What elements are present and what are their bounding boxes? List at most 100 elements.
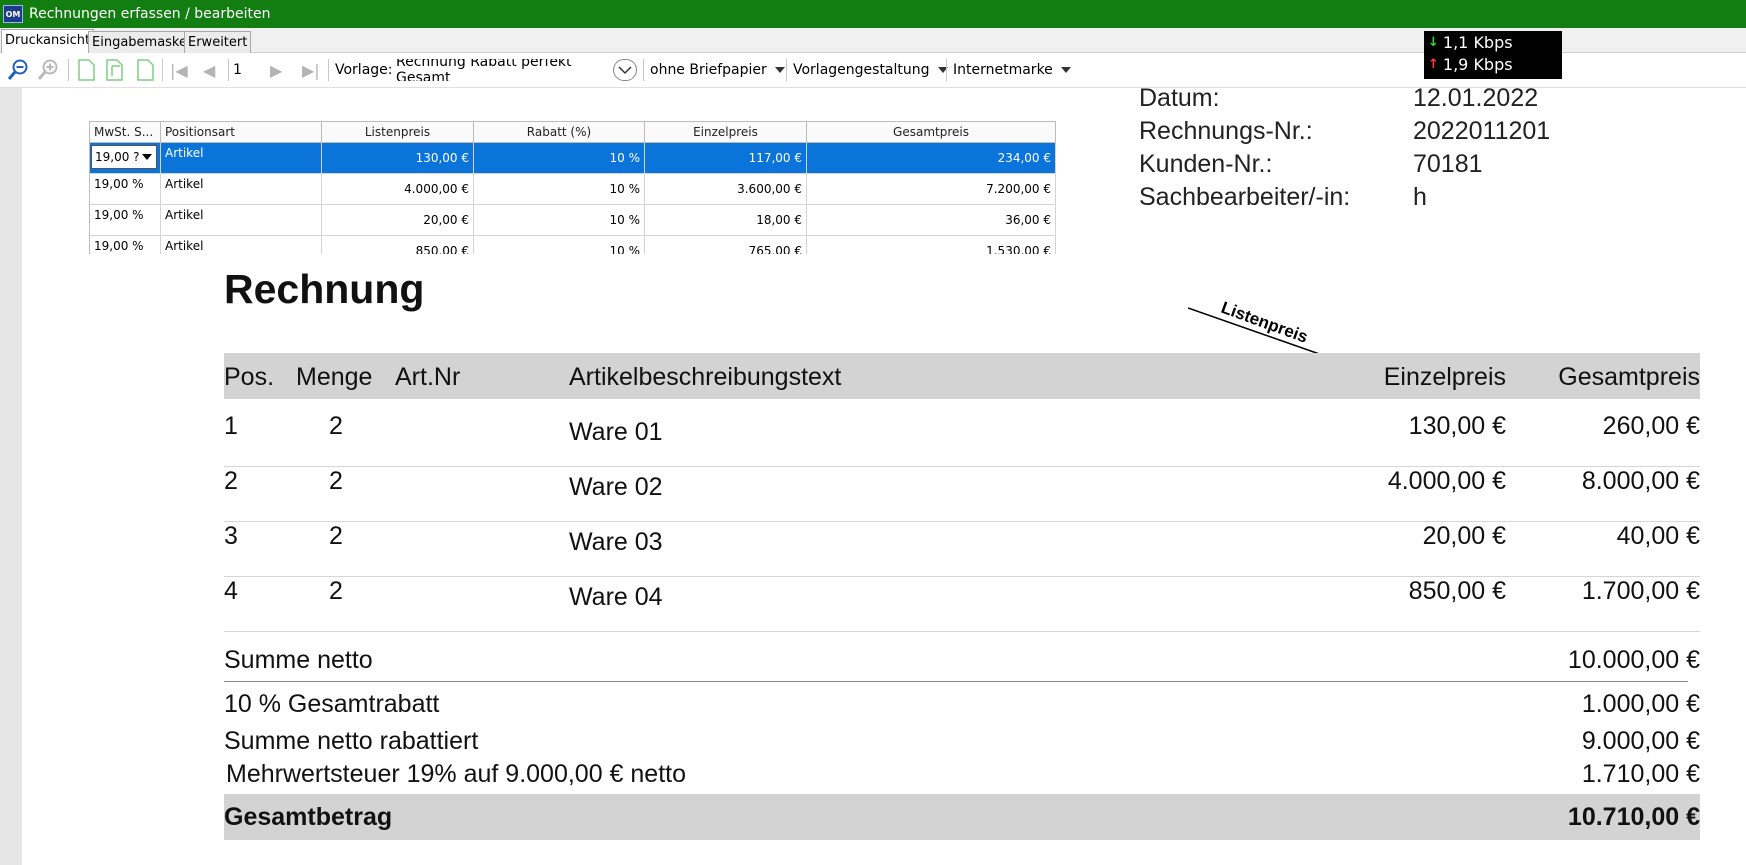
grid-row[interactable]: 19,00 % Artikel 20,00 € 10 % 18,00 € 36,…	[90, 205, 1056, 236]
pos-text: Ware 03	[569, 528, 663, 556]
network-speed-widget: ↓ 1,1 Kbps ↑ 1,9 Kbps	[1424, 31, 1562, 79]
rechnungsnr-value: 2022011201	[1413, 117, 1551, 145]
grid-cell-einzelpreis[interactable]: 117,00 €	[645, 143, 807, 173]
download-arrow-icon: ↓	[1428, 34, 1439, 50]
zoom-in-icon[interactable]	[36, 59, 60, 81]
grid-header: MwSt. S... Positionsart Listenpreis Raba…	[90, 121, 1056, 143]
first-page-icon[interactable]: |◀	[170, 59, 188, 81]
sachbearbeiter-label: Sachbearbeiter/-in:	[1139, 183, 1351, 211]
briefpapier-dropdown[interactable]: ohne Briefpapier	[650, 59, 785, 81]
pos-gesamtpreis: 260,00 €	[1602, 412, 1700, 440]
chevron-down-icon[interactable]	[142, 154, 152, 160]
page-number-field[interactable]: 1	[228, 59, 258, 81]
grid-header-rabatt[interactable]: Rabatt (%)	[474, 122, 645, 142]
grid-row[interactable]: 19,00 % Artikel 4.000,00 € 10 % 3.600,00…	[90, 174, 1056, 205]
grid-cell-rabatt[interactable]: 10 %	[474, 205, 645, 235]
position-row: 3 2 Ware 03 20,00 € 40,00 €	[224, 522, 1700, 577]
grid-cell-art[interactable]: Artikel	[161, 205, 322, 235]
grid-row[interactable]: 19,00 ? Artikel 130,00 € 10 % 117,00 € 2…	[90, 143, 1056, 174]
col-text: Artikelbeschreibungstext	[569, 363, 842, 391]
grid-header-listenpreis[interactable]: Listenpreis	[322, 122, 474, 142]
mwst-value: 1.710,00 €	[1581, 760, 1700, 788]
internetmarke-label: Internetmarke	[953, 62, 1053, 78]
position-row: 1 2 Ware 01 130,00 € 260,00 €	[224, 412, 1700, 467]
grid-cell-rabatt[interactable]: 10 %	[474, 236, 645, 254]
next-page-icon[interactable]: ▶	[270, 59, 282, 81]
summe-netto-label: Summe netto	[224, 646, 373, 674]
position-row: 2 2 Ware 02 4.000,00 € 8.000,00 €	[224, 467, 1700, 522]
pos-gesamtpreis: 1.700,00 €	[1581, 577, 1700, 605]
grid-header-mwst[interactable]: MwSt. S...	[90, 122, 161, 142]
grid-cell-einzelpreis[interactable]: 3.600,00 €	[645, 174, 807, 204]
grid-cell-art[interactable]: Artikel	[161, 236, 322, 254]
grid-cell-art[interactable]: Artikel	[161, 143, 322, 173]
pos-menge: 2	[329, 522, 343, 550]
grid-cell-gesamtpreis[interactable]: 1.530,00 €	[807, 236, 1056, 254]
pos-einzelpreis: 4.000,00 €	[1387, 467, 1506, 495]
vorlage-dropdown-icon[interactable]	[613, 59, 637, 81]
pos-menge: 2	[329, 577, 343, 605]
rabatt-label: 10 % Gesamtrabatt	[224, 690, 440, 718]
page-two-icon[interactable]	[104, 59, 128, 81]
tab-eingabemaske[interactable]: Eingabemaske	[88, 31, 191, 53]
grid-cell-listenpreis[interactable]: 130,00 €	[322, 143, 474, 173]
grid-cell-mwst[interactable]: 19,00 %	[90, 174, 161, 204]
grid-cell-gesamtpreis[interactable]: 36,00 €	[807, 205, 1056, 235]
rabatt-value: 1.000,00 €	[1581, 690, 1700, 718]
pos-text: Ware 01	[569, 418, 663, 446]
grid-cell-listenpreis[interactable]: 20,00 €	[322, 205, 474, 235]
mwst-combobox[interactable]: 19,00 ?	[91, 145, 157, 169]
mwst-combobox-value: 19,00 ?	[95, 150, 140, 164]
grid-header-positionsart[interactable]: Positionsart	[161, 122, 322, 142]
gesamtbetrag-row: Gesamtbetrag 10.710,00 €	[224, 794, 1700, 840]
grid-cell-gesamtpreis[interactable]: 234,00 €	[807, 143, 1056, 173]
datum-value: 12.01.2022	[1413, 84, 1539, 112]
grid-header-gesamtpreis[interactable]: Gesamtpreis	[807, 122, 1056, 142]
grid-row[interactable]: 19,00 % Artikel 850,00 € 10 % 765,00 € 1…	[90, 236, 1056, 254]
chevron-down-icon	[774, 67, 785, 73]
internetmarke-dropdown[interactable]: Internetmarke	[953, 59, 1071, 81]
briefpapier-label: ohne Briefpapier	[650, 62, 767, 78]
pos-text: Ware 02	[569, 473, 663, 501]
prev-page-icon[interactable]: ◀	[203, 59, 215, 81]
pos-menge: 2	[329, 467, 343, 495]
grid-cell-einzelpreis[interactable]: 18,00 €	[645, 205, 807, 235]
grid-cell-listenpreis[interactable]: 4.000,00 €	[322, 174, 474, 204]
datum-label: Datum:	[1139, 84, 1220, 112]
page-single-icon[interactable]	[75, 59, 97, 81]
document-title: Rechnung	[224, 266, 425, 312]
page-multi-icon[interactable]	[134, 59, 156, 81]
zoom-out-icon[interactable]	[6, 59, 30, 81]
grid-header-einzelpreis[interactable]: Einzelpreis	[645, 122, 807, 142]
grid-cell-rabatt[interactable]: 10 %	[474, 143, 645, 173]
positions-grid: MwSt. S... Positionsart Listenpreis Raba…	[89, 121, 1056, 254]
mwst-label: Mehrwertsteuer 19% auf 9.000,00 € netto	[226, 760, 687, 788]
vorlage-label: Vorlage:	[335, 62, 393, 78]
download-speed: 1,1 Kbps	[1442, 32, 1513, 52]
grid-cell-mwst[interactable]: 19,00 %	[90, 205, 161, 235]
chevron-down-icon	[1060, 67, 1071, 73]
vorlagengestaltung-dropdown[interactable]: Vorlagengestaltung	[793, 59, 948, 81]
grid-cell-rabatt[interactable]: 10 %	[474, 174, 645, 204]
gesamtbetrag-value: 10.710,00 €	[1567, 803, 1700, 831]
grid-cell-mwst[interactable]: 19,00 %	[90, 236, 161, 254]
grid-cell-mwst[interactable]: 19,00 ?	[90, 143, 161, 173]
last-page-icon[interactable]: ▶|	[302, 59, 320, 81]
tab-druckansicht[interactable]: Druckansicht	[1, 29, 95, 53]
grid-cell-art[interactable]: Artikel	[161, 174, 322, 204]
kundennr-value: 70181	[1413, 150, 1483, 178]
summe-netto-value: 10.000,00 €	[1567, 646, 1700, 674]
vorlage-select[interactable]: Rechnung Rabatt perfekt Gesamt	[396, 59, 610, 81]
kundennr-label: Kunden-Nr.:	[1139, 150, 1273, 178]
grid-cell-gesamtpreis[interactable]: 7.200,00 €	[807, 174, 1056, 204]
grid-cell-listenpreis[interactable]: 850,00 €	[322, 236, 474, 254]
pos-gesamtpreis: 40,00 €	[1616, 522, 1700, 550]
pos-einzelpreis: 850,00 €	[1408, 577, 1506, 605]
left-gutter	[0, 88, 22, 865]
pos-number: 2	[224, 467, 238, 495]
grid-cell-einzelpreis[interactable]: 765,00 €	[645, 236, 807, 254]
rechnungsnr-label: Rechnungs-Nr.:	[1139, 117, 1313, 145]
netto-rabattiert-value: 9.000,00 €	[1581, 727, 1700, 755]
tab-erweitert[interactable]: Erweitert	[184, 31, 252, 53]
pos-einzelpreis: 130,00 €	[1408, 412, 1506, 440]
